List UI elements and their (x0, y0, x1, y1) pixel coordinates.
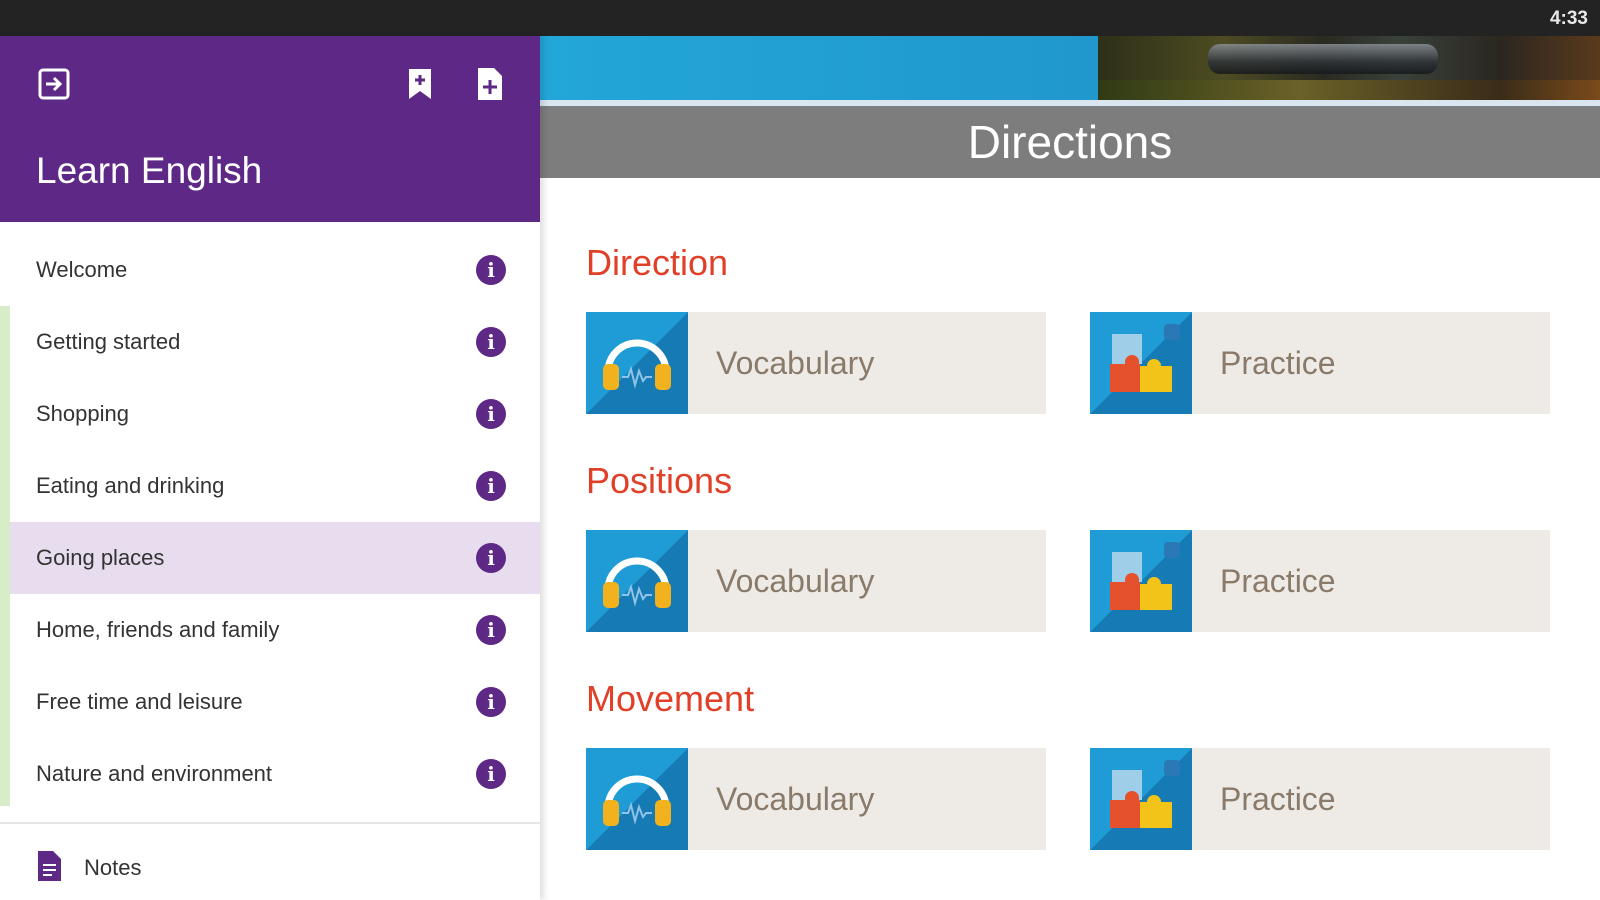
nav-label: Shopping (36, 401, 129, 426)
navigation-drawer: Learn English Welcome i Getting started … (0, 36, 540, 900)
nav-label: Free time and leisure (36, 689, 243, 714)
card-positions-practice[interactable]: Practice (1090, 530, 1550, 632)
app-title: Learn English (36, 150, 263, 191)
card-positions-vocabulary[interactable]: Vocabulary (586, 530, 1046, 632)
bookmark-add-icon[interactable] (402, 66, 438, 102)
info-icon[interactable]: i (476, 759, 506, 789)
card-label: Vocabulary (716, 563, 875, 599)
card-movement-vocabulary[interactable]: Vocabulary (586, 748, 1046, 850)
info-icon[interactable]: i (476, 399, 506, 429)
section-title-movement: Movement (586, 678, 755, 719)
headphones-icon (586, 748, 688, 850)
nav-item-going-places[interactable]: Going places i (10, 522, 540, 594)
sign-in-icon[interactable] (36, 66, 72, 102)
status-clock: 4:33 (1549, 8, 1588, 29)
info-icon[interactable]: i (476, 687, 506, 717)
puzzle-icon (1090, 748, 1192, 850)
status-bar: 4:33 (0, 0, 1600, 36)
nav-item-nature-environment[interactable]: Nature and environment i (10, 738, 540, 810)
nav-item-eating-and-drinking[interactable]: Eating and drinking i (10, 450, 540, 522)
nav-item-welcome[interactable]: Welcome i (10, 234, 540, 306)
card-movement-practice[interactable]: Practice (1090, 748, 1550, 850)
nav-label: Home, friends and family (36, 617, 280, 642)
headphones-icon (586, 312, 688, 414)
card-label: Practice (1220, 345, 1336, 381)
nav-label: Getting started (36, 329, 181, 354)
nav-item-getting-started[interactable]: Getting started i (10, 306, 540, 378)
card-label: Vocabulary (716, 345, 875, 381)
card-label: Practice (1220, 781, 1336, 817)
notes-item[interactable]: Notes (0, 836, 540, 900)
notes-label: Notes (84, 855, 142, 880)
nav-label: Welcome (36, 257, 128, 282)
notes-icon (36, 850, 62, 882)
info-icon[interactable]: i (476, 327, 506, 357)
section-title-direction: Direction (586, 242, 729, 283)
card-direction-practice[interactable]: Practice (1090, 312, 1550, 414)
header-banner (540, 36, 1600, 100)
headphones-icon (586, 530, 688, 632)
nav-label: Going places (36, 545, 165, 570)
nav-item-free-time-leisure[interactable]: Free time and leisure i (10, 666, 540, 738)
nav-item-shopping[interactable]: Shopping i (10, 378, 540, 450)
card-direction-vocabulary[interactable]: Vocabulary (586, 312, 1046, 414)
nav-item-home-friends-family[interactable]: Home, friends and family i (10, 594, 540, 666)
drawer-header: Learn English (0, 36, 540, 222)
info-icon[interactable]: i (476, 255, 506, 285)
drawer-divider (0, 822, 540, 824)
info-icon[interactable]: i (476, 471, 506, 501)
info-icon[interactable]: i (476, 543, 506, 573)
banner-photo (1098, 36, 1600, 100)
puzzle-icon (1090, 530, 1192, 632)
info-icon[interactable]: i (476, 615, 506, 645)
nav-label: Nature and environment (36, 761, 273, 786)
note-add-icon[interactable] (472, 66, 508, 102)
section-title-positions: Positions (586, 460, 733, 501)
puzzle-icon (1090, 312, 1192, 414)
card-label: Vocabulary (716, 781, 875, 817)
page-title: Directions (540, 106, 1600, 178)
nav-label: Eating and drinking (36, 473, 225, 498)
main-content: Directions Direction Vocabulary Practice… (540, 36, 1600, 900)
card-label: Practice (1220, 563, 1336, 599)
